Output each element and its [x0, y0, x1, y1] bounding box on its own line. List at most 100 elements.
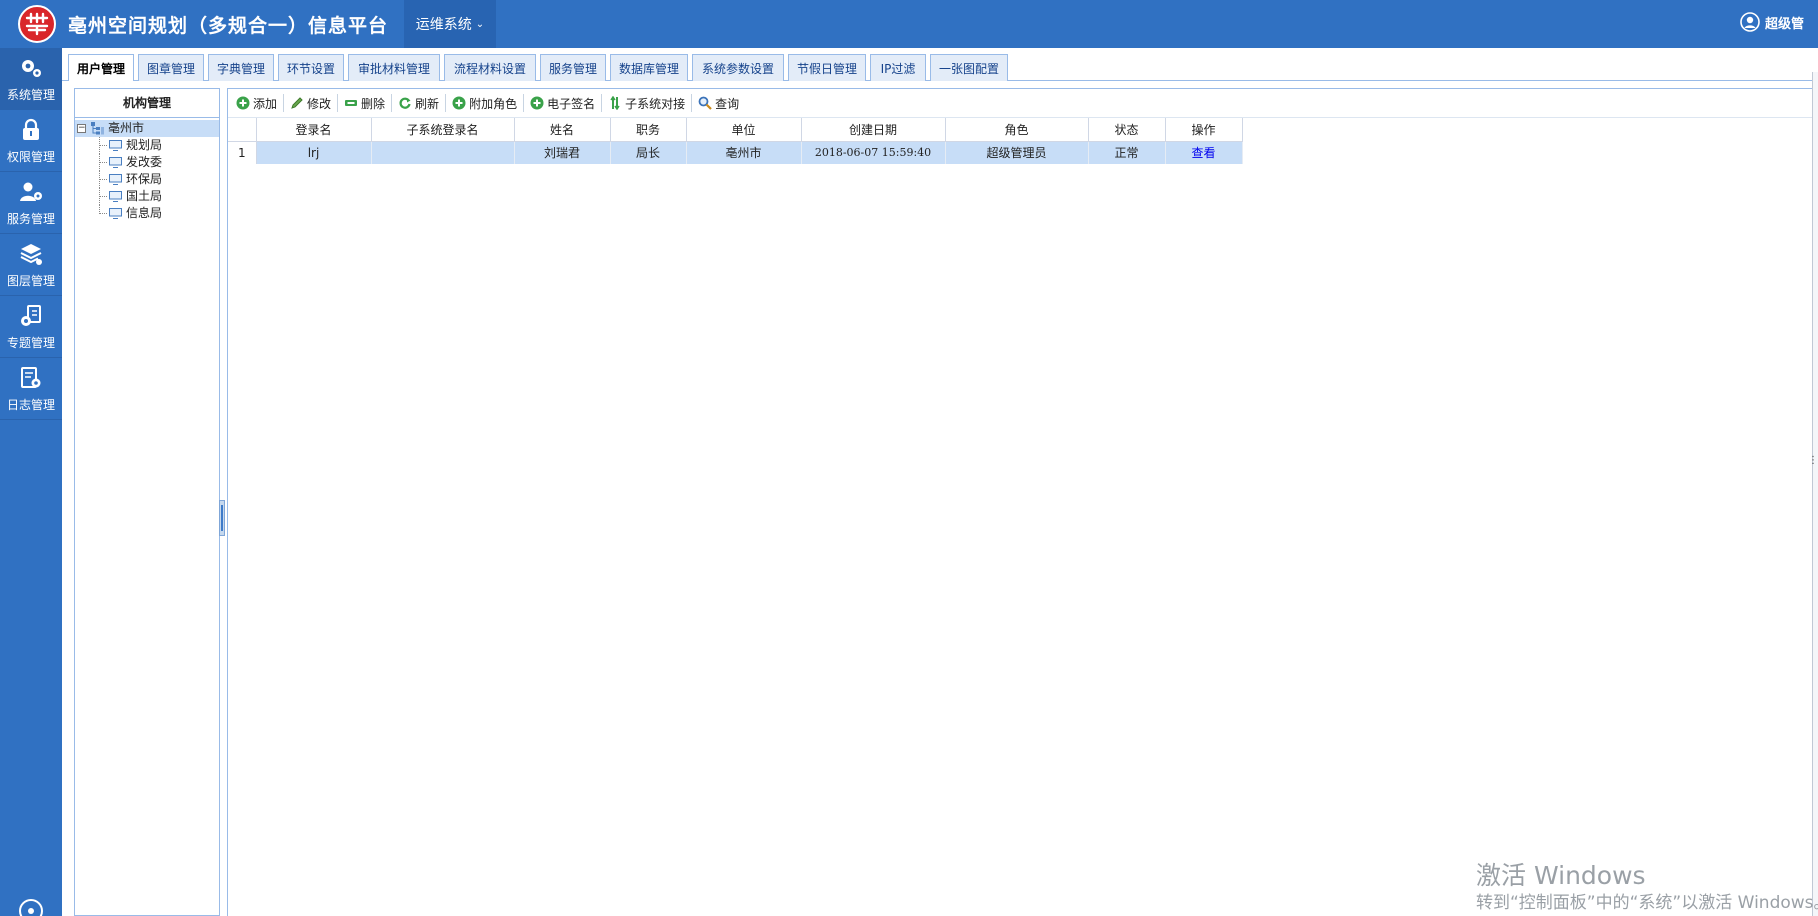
column-header[interactable]: 职务 [610, 118, 687, 142]
tree-node-label: 环保局 [126, 172, 163, 186]
toolbar-separator [601, 94, 603, 112]
minus-icon [345, 100, 358, 106]
tree-node-label: 信息局 [126, 206, 163, 220]
tree-node-child[interactable]: 信息局 [75, 205, 219, 222]
delete-button[interactable]: 删除 [340, 92, 389, 114]
tree-node-child[interactable]: 环保局 [75, 171, 219, 188]
delete-label: 删除 [361, 96, 386, 111]
query-button[interactable]: 查询 [694, 92, 743, 114]
app-window: 亳州空间规划（多规合一）信息平台 运维系统 ⌄ 超级管 系统管理 权限管理 服务… [0, 0, 1818, 916]
tab-label: 一张图配置 [938, 61, 999, 76]
subsystem-label: 子系统对接 [625, 96, 686, 111]
cell-role: 超级管理员 [945, 141, 1089, 164]
tab-service-management[interactable]: 服务管理 [540, 54, 606, 81]
edit-label: 修改 [307, 96, 332, 111]
tree-node-label: 亳州市 [108, 121, 145, 135]
table-row[interactable]: 1 lrj 刘瑞君 局长 亳州市 2018-06-07 15:59:40 超级管… [228, 141, 1243, 164]
column-header[interactable]: 状态 [1088, 118, 1166, 142]
esign-button[interactable]: 电子签名 [526, 92, 599, 114]
subsystem-button[interactable]: 子系统对接 [604, 92, 689, 114]
toolbar-separator [283, 94, 285, 112]
tree-line [99, 196, 107, 197]
resize-grip-icon[interactable]: ⋮ [1808, 455, 1818, 466]
toolbar-separator [337, 94, 339, 112]
right-scrollbar[interactable] [1812, 72, 1818, 916]
cell-created: 2018-06-07 15:59:40 [801, 141, 946, 164]
refresh-label: 刷新 [415, 96, 440, 111]
cell-name: 刘瑞君 [514, 141, 611, 164]
user-gear-icon [20, 182, 42, 201]
table-header-row: 登录名 子系统登录名 姓名 职务 单位 创建日期 角色 状态 操作 [228, 118, 1243, 142]
sidebar-item-log[interactable]: 日志管理 [0, 358, 62, 420]
tab-map-config[interactable]: 一张图配置 [930, 54, 1008, 81]
user-menu[interactable]: 超级管 [1740, 12, 1818, 32]
esign-label: 电子签名 [547, 96, 596, 111]
toolbar-separator [391, 94, 393, 112]
sidebar-item-system[interactable]: 系统管理 [0, 48, 62, 110]
tab-system-params[interactable]: 系统参数设置 [692, 54, 784, 81]
add-label: 添加 [253, 96, 278, 111]
app-title: 亳州空间规划（多规合一）信息平台 [68, 15, 389, 37]
panel-splitter[interactable] [219, 500, 225, 536]
collapse-toggle-icon[interactable]: − [77, 124, 86, 133]
tab-approval-materials[interactable]: 审批材料管理 [348, 54, 440, 81]
cell-position: 局长 [610, 141, 687, 164]
toolbar-separator [691, 94, 693, 112]
sidebar-item-permission[interactable]: 权限管理 [0, 110, 62, 172]
tree-node-child[interactable]: 规划局 [75, 137, 219, 154]
attach-role-button[interactable]: 附加角色 [448, 92, 521, 114]
tab-label: 服务管理 [548, 61, 597, 76]
system-menu-dropdown[interactable]: 运维系统 ⌄ [404, 0, 496, 48]
tab-label: 图章管理 [146, 61, 195, 76]
tab-ip-filter[interactable]: IP过滤 [870, 54, 926, 81]
cell-status: 正常 [1088, 141, 1166, 164]
cell-login: lrj [256, 141, 372, 164]
tab-strip: 用户管理 图章管理 字典管理 环节设置 审批材料管理 流程材料设置 服务管理 数… [62, 48, 1818, 82]
sidebar-label: 服务管理 [6, 211, 55, 226]
monitor-icon [109, 157, 122, 168]
tab-seal-management[interactable]: 图章管理 [138, 54, 204, 81]
topic-icon [21, 304, 41, 326]
cell-unit: 亳州市 [686, 141, 802, 164]
query-label: 查询 [715, 96, 740, 111]
toolbar-separator [445, 94, 447, 112]
column-header[interactable]: 操作 [1165, 118, 1243, 142]
sidebar-item-topic[interactable]: 专题管理 [0, 296, 62, 358]
add-button[interactable]: 添加 [232, 92, 281, 114]
monitor-icon [109, 208, 122, 219]
column-header[interactable]: 单位 [686, 118, 802, 142]
user-name: 超级管 [1765, 16, 1805, 32]
edit-button[interactable]: 修改 [286, 92, 335, 114]
row-number: 1 [228, 141, 257, 164]
org-panel-title: 机构管理 [75, 89, 219, 118]
view-link[interactable]: 查看 [1191, 146, 1215, 160]
tree-node-child[interactable]: 发改委 [75, 154, 219, 171]
pencil-icon [291, 97, 303, 109]
sidebar-item-service[interactable]: 服务管理 [0, 172, 62, 234]
refresh-button[interactable]: 刷新 [394, 92, 443, 114]
toolbar-separator [523, 94, 525, 112]
tab-step-settings[interactable]: 环节设置 [278, 54, 344, 81]
tree-node-root[interactable]: − 亳州市 [75, 120, 219, 137]
tree-line [99, 145, 107, 146]
tab-holiday-management[interactable]: 节假日管理 [788, 54, 866, 81]
tab-database-management[interactable]: 数据库管理 [610, 54, 688, 81]
column-header[interactable]: 登录名 [256, 118, 372, 142]
sidebar-item-layer[interactable]: 图层管理 [0, 234, 62, 296]
column-header[interactable]: 创建日期 [801, 118, 946, 142]
left-sidebar: 系统管理 权限管理 服务管理 图层管理 专题管理 日志管理 [0, 48, 62, 916]
arrows-icon [610, 96, 620, 110]
user-avatar-icon [1740, 12, 1760, 32]
tree-node-label: 国土局 [126, 189, 163, 203]
column-header[interactable]: 子系统登录名 [371, 118, 515, 142]
tab-dictionary-management[interactable]: 字典管理 [208, 54, 274, 81]
collapse-icon[interactable] [18, 898, 44, 916]
tab-process-materials[interactable]: 流程材料设置 [444, 54, 536, 81]
layers-icon [20, 243, 42, 265]
column-header[interactable]: 姓名 [514, 118, 611, 142]
watermark-title: 激活 Windows [1476, 861, 1646, 890]
tab-label: IP过滤 [880, 61, 916, 76]
column-header[interactable]: 角色 [945, 118, 1089, 142]
tree-node-child[interactable]: 国土局 [75, 188, 219, 205]
tab-user-management[interactable]: 用户管理 [68, 54, 134, 82]
